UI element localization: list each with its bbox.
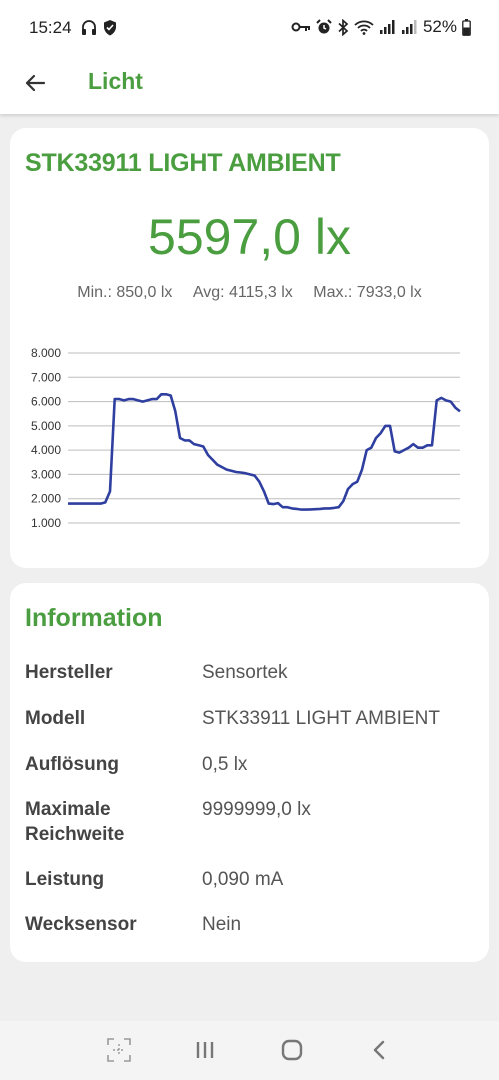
bluetooth-icon	[338, 18, 349, 36]
headphones-icon	[82, 20, 96, 35]
y-tick-label: 4.000	[31, 443, 61, 457]
stats-row: Min.: 850,0 lx Avg: 4115,3 lx Max.: 7933…	[10, 284, 489, 302]
battery-icon	[462, 18, 471, 36]
info-label: Wecksensor	[25, 914, 137, 935]
y-tick-label: 8.000	[31, 346, 61, 360]
sensor-name: STK33911 LIGHT AMBIENT	[25, 149, 341, 177]
info-value: 9999999,0 lx	[202, 799, 311, 820]
back-arrow-icon[interactable]	[20, 68, 50, 98]
info-label: Leistung	[25, 869, 105, 890]
shield-icon	[104, 20, 116, 36]
min-value: Min.: 850,0 lx	[77, 284, 173, 301]
navigation-bar	[0, 1021, 499, 1080]
information-card: Information Hersteller Sensortek Modell …	[10, 583, 489, 962]
alarm-icon	[316, 19, 332, 34]
light-history-chart: 1.000 2.000 3.000 4.000 5.000 6.000 7.000 8.000	[31, 346, 461, 530]
wifi-icon	[354, 20, 374, 35]
nav-back-icon[interactable]	[364, 1035, 394, 1065]
info-value: STK33911 LIGHT AMBIENT	[202, 708, 440, 729]
signal-icon-2	[401, 20, 417, 34]
y-tick-label: 2.000	[31, 492, 61, 506]
series-line	[68, 392, 461, 511]
info-value: Sensortek	[202, 662, 288, 683]
page-title: Licht	[88, 68, 143, 94]
y-tick-label: 6.000	[31, 395, 61, 409]
info-label: Auflösung	[25, 754, 119, 775]
info-value: 0,5 lx	[202, 754, 248, 775]
max-value: Max.: 7933,0 lx	[313, 284, 422, 301]
home-icon[interactable]	[277, 1035, 307, 1065]
y-tick-label: 5.000	[31, 419, 61, 433]
y-tick-label: 3.000	[31, 467, 61, 481]
info-value: Nein	[202, 914, 242, 935]
info-label: Hersteller	[25, 662, 113, 683]
status-bar: 15:24 52%	[0, 0, 499, 58]
y-tick-label: 1.000	[31, 516, 61, 530]
recent-apps-icon[interactable]	[190, 1035, 220, 1065]
info-value: 0,090 mA	[202, 869, 284, 890]
info-label: Maximale Reichweite	[25, 799, 125, 845]
information-title: Information	[25, 604, 163, 632]
status-time: 15:24	[29, 18, 72, 37]
signal-icon	[379, 20, 395, 34]
y-tick-label: 7.000	[31, 370, 61, 384]
key-icon	[291, 22, 310, 32]
battery-percent: 52%	[422, 17, 457, 36]
info-label: Modell	[25, 708, 86, 729]
current-value: 5597,0 lx	[148, 209, 351, 265]
avg-value: Avg: 4115,3 lx	[192, 284, 293, 301]
sensor-card: STK33911 LIGHT AMBIENT 5597,0 lx Min.: 8…	[10, 128, 489, 568]
app-bar: Licht	[0, 58, 499, 114]
screenshot-scan-icon[interactable]	[104, 1035, 134, 1065]
